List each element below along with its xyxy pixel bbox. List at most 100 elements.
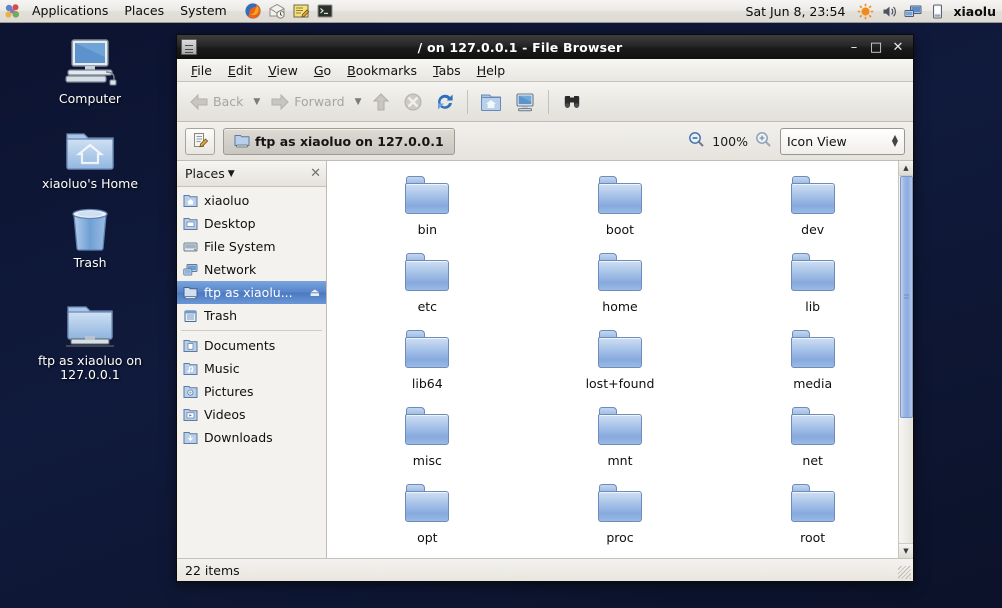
clock[interactable]: Sat Jun 8, 23:54 bbox=[738, 4, 854, 19]
up-icon bbox=[373, 92, 390, 110]
resize-grip[interactable] bbox=[898, 566, 911, 579]
file-item[interactable]: lib bbox=[716, 248, 909, 325]
forward-button[interactable]: Forward bbox=[264, 87, 350, 117]
file-item[interactable]: bin bbox=[331, 171, 524, 248]
toolbar-separator-2 bbox=[548, 89, 550, 114]
file-item[interactable]: boot bbox=[524, 171, 717, 248]
sidebar-item-label: ftp as xiaolu... bbox=[204, 285, 293, 300]
text-editor-icon[interactable] bbox=[290, 1, 312, 21]
sidebar-item-documents[interactable]: Documents bbox=[177, 334, 326, 357]
close-button[interactable]: ✕ bbox=[887, 37, 909, 57]
vertical-scrollbar[interactable]: ▲ ▼ bbox=[898, 161, 913, 558]
eject-icon[interactable]: ⏏ bbox=[310, 286, 320, 299]
search-binoculars-icon bbox=[565, 95, 580, 108]
volume-icon[interactable] bbox=[878, 1, 900, 22]
sidebar-item-trash[interactable]: Trash bbox=[177, 304, 326, 327]
firefox-icon[interactable] bbox=[242, 1, 264, 21]
file-name: home bbox=[602, 299, 638, 314]
zoom-in-icon bbox=[756, 132, 771, 147]
file-item[interactable]: net bbox=[716, 402, 909, 479]
sidebar-item-file-system[interactable]: File System bbox=[177, 235, 326, 258]
panel-menu-applications[interactable]: Applications bbox=[25, 1, 115, 22]
home-button[interactable] bbox=[474, 87, 508, 117]
menu-tabs[interactable]: Tabs bbox=[425, 61, 469, 80]
zoom-out-button[interactable] bbox=[688, 131, 705, 151]
toolbar: Back ▼ Forward ▼ bbox=[177, 82, 913, 122]
file-item[interactable]: media bbox=[716, 325, 909, 402]
computer-button[interactable] bbox=[508, 87, 542, 117]
menu-view[interactable]: View bbox=[260, 61, 306, 80]
scroll-up-button[interactable]: ▲ bbox=[898, 161, 913, 176]
battery-icon[interactable] bbox=[926, 1, 948, 22]
window-titlebar[interactable]: / on 127.0.0.1 - File Browser – □ ✕ bbox=[177, 35, 913, 59]
evolution-mail-icon[interactable] bbox=[266, 1, 288, 21]
menu-help[interactable]: Help bbox=[469, 61, 514, 80]
sidebar-item-label: Network bbox=[204, 262, 257, 277]
file-name: etc bbox=[417, 299, 438, 314]
menu-bookmarks[interactable]: Bookmarks bbox=[339, 61, 425, 80]
location-breadcrumb-button[interactable]: ftp as xiaoluo on 127.0.0.1 bbox=[223, 127, 455, 155]
file-item[interactable]: mnt bbox=[524, 402, 717, 479]
location-bar: ftp as xiaoluo on 127.0.0.1 100% Icon Vi… bbox=[177, 122, 913, 161]
folder-icon bbox=[597, 248, 642, 296]
folder-icon bbox=[597, 402, 642, 450]
places-header[interactable]: Places ▼ ✕ bbox=[177, 161, 326, 187]
scrollbar-thumb[interactable] bbox=[899, 176, 913, 419]
scroll-down-button[interactable]: ▼ bbox=[898, 543, 913, 558]
brightness-icon[interactable] bbox=[854, 1, 876, 22]
terminal-icon[interactable] bbox=[314, 1, 336, 21]
sidebar-item-label: Music bbox=[204, 361, 240, 376]
network-icon[interactable] bbox=[902, 1, 924, 22]
home-folder-icon bbox=[64, 121, 116, 173]
file-item[interactable]: etc bbox=[331, 248, 524, 325]
places-sidebar: Places ▼ ✕ xiaoluo Desktop File System N… bbox=[177, 161, 327, 558]
desktop-icon-trash[interactable]: Trash bbox=[15, 200, 165, 270]
maximize-button[interactable]: □ bbox=[865, 37, 887, 57]
file-item[interactable]: lost+found bbox=[524, 325, 717, 402]
view-mode-select[interactable]: Icon View ▲ ▼ bbox=[780, 127, 905, 155]
username-label[interactable]: xiaolu bbox=[949, 4, 1002, 19]
file-item[interactable]: opt bbox=[331, 479, 524, 556]
menu-go[interactable]: Go bbox=[306, 61, 339, 80]
home-icon bbox=[481, 94, 502, 111]
window-menu-icon[interactable] bbox=[181, 39, 197, 55]
search-button[interactable] bbox=[555, 87, 589, 117]
sidebar-item-desktop[interactable]: Desktop bbox=[177, 212, 326, 235]
back-dropdown-icon[interactable]: ▼ bbox=[249, 97, 264, 107]
desktop-icon-computer[interactable]: Computer bbox=[15, 36, 165, 106]
file-item[interactable]: lib64 bbox=[331, 325, 524, 402]
sidebar-item-pictures[interactable]: Pictures bbox=[177, 380, 326, 403]
edit-location-button[interactable] bbox=[185, 127, 215, 155]
places-dropdown[interactable]: Places ▼ bbox=[185, 166, 235, 181]
sidebar-item-videos[interactable]: Videos bbox=[177, 403, 326, 426]
panel-menu-places[interactable]: Places bbox=[117, 1, 171, 22]
reload-button[interactable] bbox=[429, 87, 461, 117]
desktop-icon-ftp-server[interactable]: ftp as xiaoluo on 127.0.0.1 bbox=[15, 298, 165, 382]
zoom-in-button[interactable] bbox=[755, 131, 772, 151]
menu-file[interactable]: File bbox=[183, 61, 220, 80]
file-item[interactable]: home bbox=[524, 248, 717, 325]
file-icon-view[interactable]: bin boot dev etc home lib lib64 lost+fou… bbox=[327, 161, 913, 558]
menu-edit[interactable]: Edit bbox=[220, 61, 260, 80]
up-button[interactable] bbox=[365, 87, 397, 117]
gnome-foot-icon[interactable] bbox=[1, 1, 23, 21]
forward-dropdown-icon[interactable]: ▼ bbox=[351, 97, 366, 107]
scrollbar-track[interactable] bbox=[898, 176, 913, 543]
file-item[interactable]: root bbox=[716, 479, 909, 556]
zoom-level-label: 100% bbox=[712, 133, 748, 149]
sidebar-item-ftp-server[interactable]: ftp as xiaolu... ⏏ bbox=[177, 281, 326, 304]
sidebar-item-network[interactable]: Network bbox=[177, 258, 326, 281]
back-button[interactable]: Back bbox=[183, 87, 249, 117]
file-item[interactable]: misc bbox=[331, 402, 524, 479]
sidebar-item-downloads[interactable]: Downloads bbox=[177, 426, 326, 449]
desktop-icon-home[interactable]: xiaoluo's Home bbox=[15, 121, 165, 191]
file-item[interactable]: proc bbox=[524, 479, 717, 556]
sidebar-item-music[interactable]: Music bbox=[177, 357, 326, 380]
minimize-button[interactable]: – bbox=[843, 37, 865, 57]
file-item[interactable]: dev bbox=[716, 171, 909, 248]
panel-menu-system[interactable]: System bbox=[173, 1, 234, 22]
sidebar-item-xiaoluo[interactable]: xiaoluo bbox=[177, 189, 326, 212]
stop-button[interactable] bbox=[397, 87, 429, 117]
close-sidebar-button[interactable]: ✕ bbox=[310, 166, 321, 181]
file-name: root bbox=[800, 530, 826, 545]
